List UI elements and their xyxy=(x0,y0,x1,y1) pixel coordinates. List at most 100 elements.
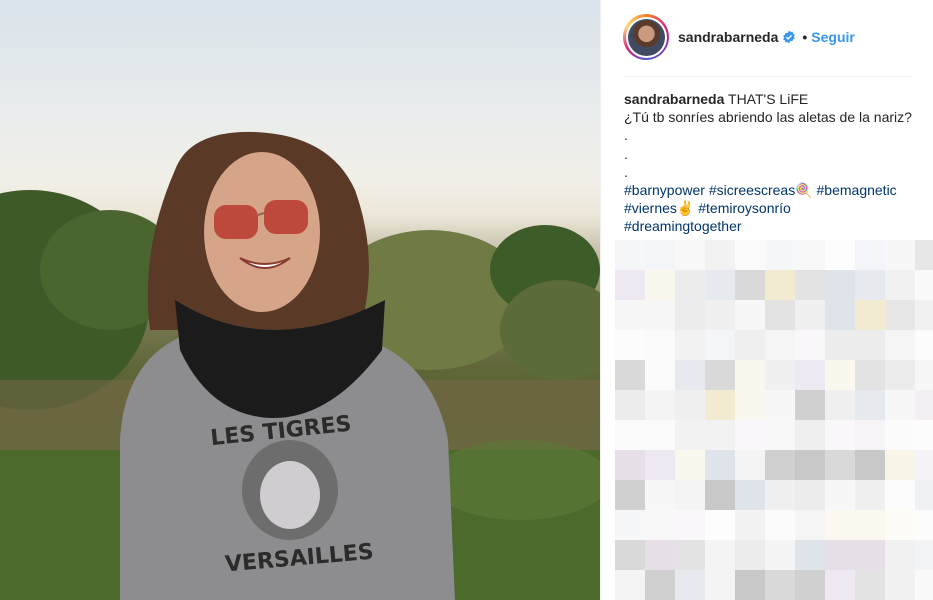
blur-block xyxy=(615,330,645,360)
blur-block xyxy=(855,510,885,540)
blur-block xyxy=(885,360,915,390)
blur-block xyxy=(885,270,915,300)
hashtag-link[interactable]: #dreamingtogether xyxy=(624,218,742,234)
blur-block xyxy=(645,240,675,270)
blur-block xyxy=(675,480,705,510)
header-divider xyxy=(623,76,913,77)
caption-text: ¿Tú tb sonríes abriendo las aletas de la… xyxy=(624,109,912,143)
blur-block xyxy=(735,420,765,450)
blur-block xyxy=(795,300,825,330)
blur-block xyxy=(795,390,825,420)
avatar[interactable] xyxy=(627,18,665,56)
blur-block xyxy=(705,540,735,570)
blur-block xyxy=(915,300,933,330)
username-link[interactable]: sandrabarneda xyxy=(678,29,778,45)
blur-block xyxy=(825,450,855,480)
blur-block xyxy=(765,480,795,510)
caption-dot-2: . xyxy=(624,164,628,180)
blur-block xyxy=(675,540,705,570)
blur-block xyxy=(825,570,855,600)
blur-block xyxy=(855,480,885,510)
blur-block xyxy=(735,240,765,270)
blur-block xyxy=(885,480,915,510)
blur-block xyxy=(885,300,915,330)
blur-block xyxy=(765,360,795,390)
blur-block xyxy=(735,540,765,570)
blur-block xyxy=(915,240,933,270)
blur-block xyxy=(855,540,885,570)
verified-badge-icon xyxy=(783,30,796,44)
blur-block xyxy=(675,270,705,300)
blur-block xyxy=(795,420,825,450)
blur-block xyxy=(855,330,885,360)
blur-block xyxy=(705,300,735,330)
story-ring[interactable] xyxy=(623,14,669,60)
caption-dot-1: . xyxy=(624,146,628,162)
blur-block xyxy=(615,360,645,390)
blur-block xyxy=(645,540,675,570)
blur-block xyxy=(885,240,915,270)
blur-block xyxy=(675,510,705,540)
post-photo[interactable]: LES TIGRES VERSAILLES xyxy=(0,0,600,600)
blur-block xyxy=(915,480,933,510)
blur-block xyxy=(915,540,933,570)
hashtag-link[interactable]: #temiroysonrío xyxy=(698,200,791,216)
blur-block xyxy=(825,420,855,450)
blur-block xyxy=(855,240,885,270)
blur-block xyxy=(735,390,765,420)
blur-block xyxy=(705,570,735,600)
follow-button[interactable]: Seguir xyxy=(811,29,855,45)
blur-block xyxy=(705,510,735,540)
blur-block xyxy=(735,330,765,360)
blur-block xyxy=(825,510,855,540)
blur-block xyxy=(645,480,675,510)
blur-block xyxy=(765,450,795,480)
blur-block xyxy=(825,390,855,420)
post-caption: sandrabarneda THAT'S LiFE ¿Tú tb sonríes… xyxy=(624,90,919,235)
hashtag-link[interactable]: #sicreescreas🍭 xyxy=(709,182,813,198)
hashtag-link[interactable]: #viernes✌ xyxy=(624,200,694,216)
blur-block xyxy=(675,360,705,390)
blur-block xyxy=(615,450,645,480)
blur-block xyxy=(705,360,735,390)
blur-block xyxy=(915,570,933,600)
blur-block xyxy=(885,510,915,540)
blur-block xyxy=(765,420,795,450)
blur-block xyxy=(645,450,675,480)
blur-block xyxy=(855,450,885,480)
blur-block xyxy=(765,330,795,360)
blur-block xyxy=(735,480,765,510)
blur-block xyxy=(705,240,735,270)
blur-block xyxy=(645,270,675,300)
blur-block xyxy=(885,330,915,360)
blur-block xyxy=(825,480,855,510)
blur-block xyxy=(615,240,645,270)
blur-block xyxy=(885,450,915,480)
blur-block xyxy=(795,480,825,510)
caption-username[interactable]: sandrabarneda xyxy=(624,91,724,107)
blur-block xyxy=(615,510,645,540)
blur-block xyxy=(765,240,795,270)
blur-block xyxy=(735,360,765,390)
blur-block xyxy=(615,540,645,570)
blur-block xyxy=(915,420,933,450)
blur-block xyxy=(765,570,795,600)
blur-block xyxy=(675,330,705,360)
hashtag-link[interactable]: #bemagnetic xyxy=(817,182,897,198)
blur-block xyxy=(705,390,735,420)
blur-block xyxy=(735,300,765,330)
blur-block xyxy=(795,570,825,600)
blur-block xyxy=(675,300,705,330)
blur-block xyxy=(915,360,933,390)
blur-block xyxy=(645,570,675,600)
blur-block xyxy=(735,270,765,300)
post-header: sandrabarneda • Seguir xyxy=(601,0,933,76)
photo-illustration: LES TIGRES VERSAILLES xyxy=(0,131,600,600)
caption-title: THAT'S LiFE xyxy=(728,91,809,107)
blur-block xyxy=(615,390,645,420)
hashtag-link[interactable]: #barnypower xyxy=(624,182,705,198)
blur-block xyxy=(855,390,885,420)
blurred-comments xyxy=(615,240,933,600)
blur-block xyxy=(645,300,675,330)
blur-block xyxy=(675,240,705,270)
